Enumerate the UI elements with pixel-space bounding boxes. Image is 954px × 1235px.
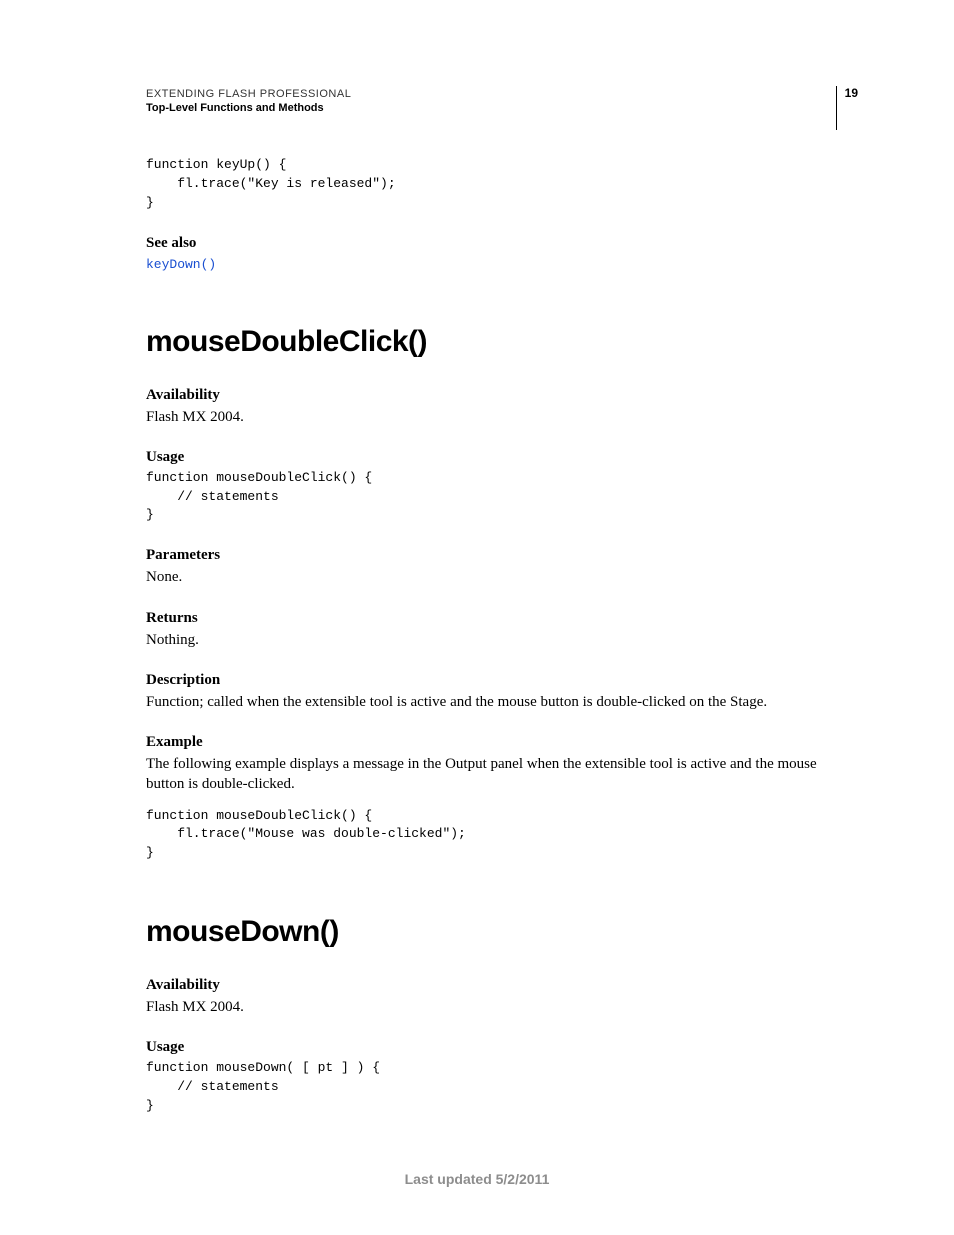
availability-section: Availability Flash MX 2004. [146, 387, 846, 427]
parameters-section: Parameters None. [146, 547, 846, 587]
usage-label: Usage [146, 449, 846, 466]
running-header: EXTENDING FLASH PROFESSIONAL [146, 88, 846, 100]
example-label: Example [146, 734, 846, 751]
code-block-keyup: function keyUp() { fl.trace("Key is rele… [146, 156, 846, 213]
description-label: Description [146, 672, 846, 689]
parameters-label: Parameters [146, 547, 846, 564]
usage-section-2: Usage function mouseDown( [ pt ] ) { // … [146, 1039, 846, 1116]
code-block-example1: function mouseDoubleClick() { fl.trace("… [146, 807, 846, 864]
availability-text-2: Flash MX 2004. [146, 997, 846, 1017]
see-also-section: See also keyDown() [146, 235, 846, 273]
page-number: 19 [836, 86, 858, 130]
description-text: Function; called when the extensible too… [146, 692, 846, 712]
footer-updated: Last updated 5/2/2011 [0, 1171, 954, 1187]
example-text: The following example displays a message… [146, 754, 846, 795]
function-title-mousedown: mouseDown() [146, 915, 846, 949]
usage-label-2: Usage [146, 1039, 846, 1056]
example-section: Example The following example displays a… [146, 734, 846, 863]
availability-section-2: Availability Flash MX 2004. [146, 977, 846, 1017]
description-section: Description Function; called when the ex… [146, 672, 846, 712]
availability-label-2: Availability [146, 977, 846, 994]
code-block-usage2: function mouseDown( [ pt ] ) { // statem… [146, 1059, 846, 1116]
see-also-label: See also [146, 235, 846, 252]
returns-section: Returns Nothing. [146, 610, 846, 650]
code-block-usage1: function mouseDoubleClick() { // stateme… [146, 469, 846, 526]
returns-text: Nothing. [146, 630, 846, 650]
see-also-link[interactable]: keyDown() [146, 257, 216, 272]
running-subtitle: Top-Level Functions and Methods [146, 102, 846, 114]
availability-label: Availability [146, 387, 846, 404]
returns-label: Returns [146, 610, 846, 627]
usage-section: Usage function mouseDoubleClick() { // s… [146, 449, 846, 526]
parameters-text: None. [146, 567, 846, 587]
function-title-mousedoubleclick: mouseDoubleClick() [146, 325, 846, 359]
availability-text: Flash MX 2004. [146, 407, 846, 427]
page-content: EXTENDING FLASH PROFESSIONAL Top-Level F… [0, 0, 954, 1116]
